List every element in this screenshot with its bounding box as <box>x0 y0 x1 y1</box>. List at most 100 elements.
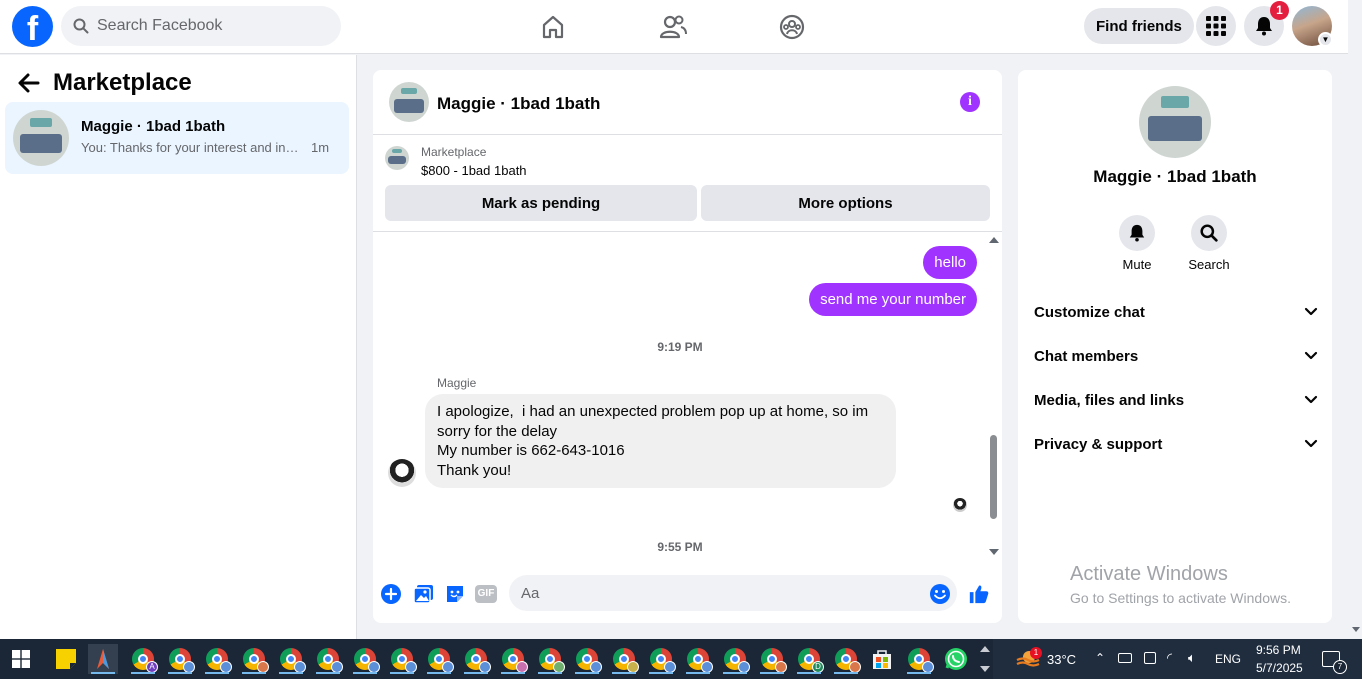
chrome-icon[interactable] <box>498 644 528 674</box>
chrome-icon[interactable] <box>757 644 787 674</box>
more-options-button[interactable]: More options <box>701 185 990 221</box>
chrome-icon[interactable] <box>387 644 417 674</box>
media-files-links-section[interactable]: Media, files and links <box>1034 386 1318 414</box>
search-input[interactable] <box>97 17 317 35</box>
watermark-subtitle: Go to Settings to activate Windows. <box>1070 590 1291 606</box>
mark-as-pending-button[interactable]: Mark as pending <box>385 185 697 221</box>
search-icon <box>1191 215 1227 251</box>
section-label: Chat members <box>1034 347 1139 365</box>
listing-thumbnail[interactable] <box>385 146 409 170</box>
details-avatar[interactable] <box>1139 86 1211 158</box>
sticky-notes-icon[interactable] <box>51 644 81 674</box>
conversation-list-item[interactable]: Maggie · 1bad 1bath You: Thanks for your… <box>5 102 349 174</box>
chrome-icon[interactable] <box>904 644 934 674</box>
watermark-title: Activate Windows <box>1070 563 1228 585</box>
listing-avatar <box>13 110 69 166</box>
chrome-icon[interactable] <box>683 644 713 674</box>
chrome-icon[interactable]: A <box>128 644 158 674</box>
sender-name: Maggie <box>437 376 477 390</box>
top-navigation-bar: f Find friends 1 ▼ <box>0 0 1348 54</box>
section-label: Customize chat <box>1034 303 1145 321</box>
photo-icon[interactable] <box>413 583 435 605</box>
chrome-icon[interactable] <box>239 644 269 674</box>
incoming-message[interactable]: I apologize, i had an unexpected problem… <box>425 394 896 489</box>
chevron-up-icon[interactable] <box>980 646 990 652</box>
chevron-down-icon[interactable] <box>980 666 990 672</box>
app-icon[interactable] <box>88 644 118 674</box>
chrome-icon[interactable] <box>461 644 491 674</box>
windows-taskbar: A D 1 33°C ⌃ ◜ 🔈︎ ENG 9:56 PM 5/7/2025 7 <box>0 639 1362 679</box>
scroll-up-arrow-icon[interactable] <box>989 237 999 243</box>
plus-icon[interactable] <box>380 583 402 605</box>
friends-icon[interactable] <box>658 12 688 42</box>
chrome-icon[interactable] <box>609 644 639 674</box>
conversation-sidebar: Marketplace Maggie · 1bad 1bath You: Tha… <box>0 55 357 639</box>
outgoing-message[interactable]: hello <box>923 246 977 279</box>
taskbar-overflow-scroller[interactable] <box>979 642 991 676</box>
facebook-logo[interactable]: f <box>12 6 53 47</box>
volume-icon[interactable]: 🔈︎ <box>1188 650 1196 666</box>
clock-date[interactable]: 5/7/2025 <box>1256 661 1303 675</box>
sticker-icon[interactable] <box>444 583 466 605</box>
details-name: Maggie · 1bad 1bath <box>1093 167 1257 186</box>
page-scrollbar[interactable] <box>1349 0 1362 639</box>
find-friends-button[interactable]: Find friends <box>1084 8 1194 44</box>
back-arrow-icon[interactable] <box>16 71 42 95</box>
chrome-icon[interactable] <box>276 644 306 674</box>
scrollbar-thumb[interactable] <box>990 435 997 519</box>
bell-icon <box>1119 215 1155 251</box>
search-label: Search <box>1188 257 1230 272</box>
mute-button[interactable]: Mute <box>1107 215 1167 272</box>
chrome-icon[interactable] <box>202 644 232 674</box>
conversation-name: Maggie · 1bad 1bath <box>81 118 226 135</box>
activate-windows-watermark: Activate Windows Go to Settings to activ… <box>1070 563 1291 606</box>
chat-title[interactable]: Maggie · 1bad 1bath <box>437 94 600 114</box>
chevron-down-icon[interactable]: ▼ <box>1318 32 1333 47</box>
chat-scrollbar[interactable] <box>987 233 999 563</box>
chrome-icon[interactable] <box>572 644 602 674</box>
chevron-down-icon <box>1304 395 1318 404</box>
language-indicator[interactable]: ENG <box>1215 652 1241 666</box>
listing-title[interactable]: $800 - 1bad 1bath <box>421 163 527 178</box>
home-icon[interactable] <box>538 12 568 42</box>
gif-icon[interactable]: GIF <box>475 583 497 605</box>
scroll-down-arrow-icon[interactable] <box>989 549 999 555</box>
chrome-icon[interactable] <box>535 644 565 674</box>
search-box[interactable] <box>61 6 341 46</box>
chat-members-section[interactable]: Chat members <box>1034 342 1318 370</box>
outgoing-message[interactable]: send me your number <box>809 283 977 316</box>
windows-start-icon[interactable] <box>6 644 36 674</box>
scroll-down-arrow-icon[interactable] <box>1352 627 1360 632</box>
menu-grid-button[interactable] <box>1196 6 1236 46</box>
chrome-icon[interactable] <box>313 644 343 674</box>
temperature[interactable]: 33°C <box>1047 652 1076 667</box>
chrome-icon[interactable]: D <box>794 644 824 674</box>
emoji-icon[interactable] <box>929 583 951 605</box>
clock-time[interactable]: 9:56 PM <box>1256 643 1301 657</box>
chat-avatar[interactable] <box>389 82 429 122</box>
listing-banner: Marketplace $800 - 1bad 1bath Mark as pe… <box>373 136 1002 232</box>
chevron-up-icon[interactable]: ⌃ <box>1095 651 1105 665</box>
wifi-icon[interactable]: ◜ <box>1167 650 1172 666</box>
device-icon[interactable] <box>1144 652 1156 664</box>
microsoft-store-icon[interactable] <box>867 644 897 674</box>
chrome-icon[interactable] <box>646 644 676 674</box>
info-icon[interactable]: i <box>960 92 980 112</box>
battery-icon[interactable] <box>1118 653 1132 663</box>
search-conversation-button[interactable]: Search <box>1179 215 1239 272</box>
chrome-icon[interactable] <box>720 644 750 674</box>
chrome-icon[interactable] <box>424 644 454 674</box>
customize-chat-section[interactable]: Customize chat <box>1034 298 1318 326</box>
weather-badge: 1 <box>1030 647 1042 659</box>
groups-icon[interactable] <box>777 12 807 42</box>
chrome-icon[interactable] <box>165 644 195 674</box>
message-input[interactable] <box>509 575 957 611</box>
whatsapp-icon[interactable] <box>941 644 971 674</box>
thumbs-up-icon[interactable] <box>968 583 990 605</box>
privacy-support-section[interactable]: Privacy & support <box>1034 430 1318 458</box>
sender-avatar[interactable] <box>388 459 416 487</box>
conversation-preview: You: Thanks for your interest and inquir… <box>81 140 305 155</box>
chrome-icon[interactable] <box>350 644 380 674</box>
chrome-icon[interactable] <box>831 644 861 674</box>
section-label: Privacy & support <box>1034 435 1163 453</box>
